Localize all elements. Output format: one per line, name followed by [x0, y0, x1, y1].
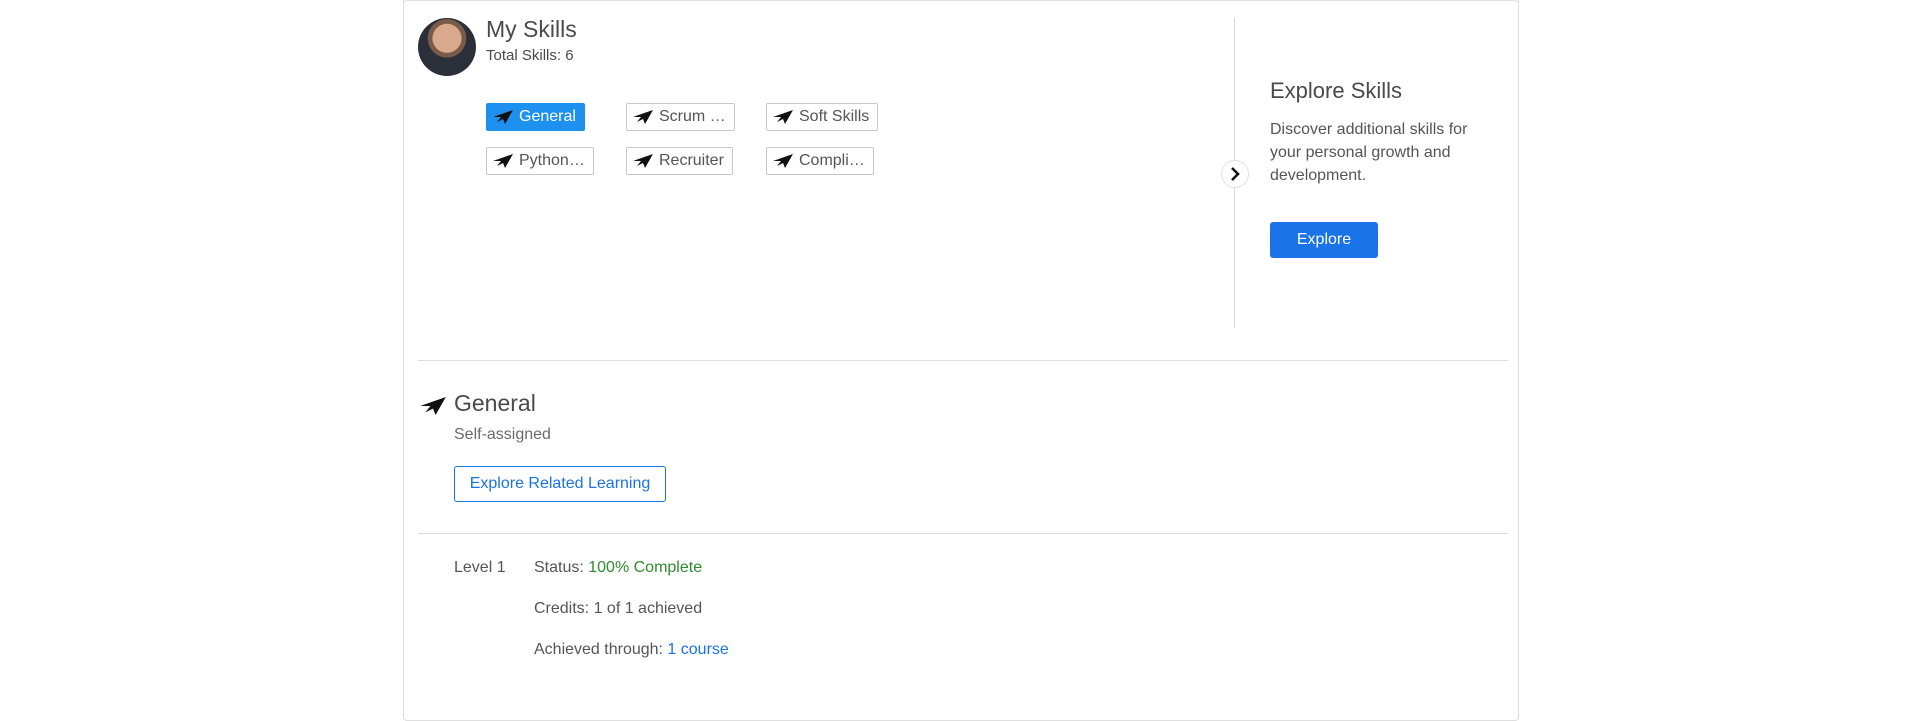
skill-chip-label: Scrum …: [659, 108, 726, 125]
skill-chip-label: Python…: [519, 152, 585, 169]
page-title: My Skills: [486, 16, 577, 42]
paper-plane-icon: [773, 110, 793, 124]
status-value: 100% Complete: [588, 559, 703, 576]
status-row: Status: 100% Complete: [534, 559, 702, 577]
paper-plane-icon: [420, 397, 446, 415]
skill-chip-general[interactable]: General: [486, 103, 585, 131]
skill-chip-label: Soft Skills: [799, 108, 870, 125]
skill-chip-recruiter[interactable]: Recruiter: [626, 147, 733, 175]
skill-chip-label: Recruiter: [659, 152, 724, 169]
section-divider: [418, 533, 1508, 534]
chevron-right-icon: [1231, 167, 1240, 181]
avatar: [418, 18, 476, 76]
achieved-row: Achieved through: 1 course: [534, 641, 729, 659]
status-label: Status:: [534, 559, 589, 576]
skill-chip-soft-skills[interactable]: Soft Skills: [766, 103, 879, 131]
credits-row: Credits: 1 of 1 achieved: [534, 600, 703, 617]
paper-plane-icon: [493, 154, 513, 168]
skill-detail-name: General: [454, 390, 536, 416]
next-button[interactable]: [1221, 160, 1249, 188]
total-skills: Total Skills: 6: [486, 47, 574, 64]
skills-card: My Skills Total Skills: 6 General Scrum …: [403, 0, 1519, 721]
explore-skills-description: Discover additional skills for your pers…: [1270, 121, 1468, 184]
explore-related-learning-button[interactable]: Explore Related Learning: [454, 466, 666, 502]
skill-chip-label: Compli…: [799, 152, 865, 169]
skill-chip-compliance[interactable]: Compli…: [766, 147, 874, 175]
paper-plane-icon: [633, 110, 653, 124]
explore-skills-title: Explore Skills: [1270, 78, 1403, 103]
course-link[interactable]: 1 course: [667, 641, 728, 658]
achieved-label: Achieved through:: [534, 641, 668, 658]
skill-chip-scrum[interactable]: Scrum …: [626, 103, 735, 131]
section-divider: [418, 360, 1508, 361]
paper-plane-icon: [633, 154, 653, 168]
skill-chip-python[interactable]: Python…: [486, 147, 594, 175]
level-label: Level 1: [454, 559, 506, 576]
explore-button[interactable]: Explore: [1270, 222, 1378, 258]
paper-plane-icon: [773, 154, 793, 168]
skill-chip-label: General: [519, 108, 576, 125]
paper-plane-icon: [493, 110, 513, 124]
skill-assignment: Self-assigned: [454, 426, 551, 443]
